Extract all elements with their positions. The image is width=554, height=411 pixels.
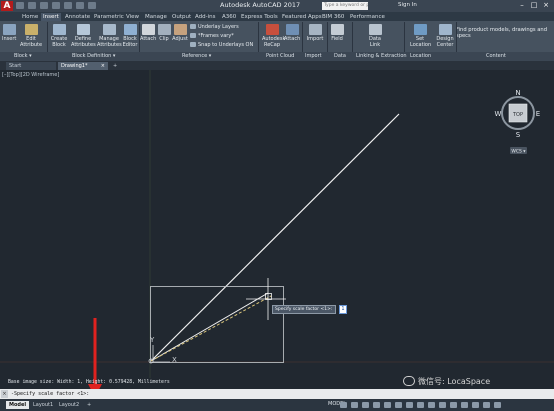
image-frame-preview[interactable] (150, 286, 284, 363)
diagonal-line[interactable] (150, 113, 400, 362)
compass-north-label[interactable]: N (515, 89, 520, 97)
selection-cycling-icon[interactable] (428, 402, 435, 408)
ucs-y-label: Y (149, 336, 155, 344)
customization-menu-icon[interactable] (494, 402, 501, 408)
close-command-line-icon[interactable]: × (1, 390, 8, 398)
viewcube-face-label: TOP (512, 112, 523, 118)
tab-layout1[interactable]: Layout1 (30, 401, 56, 409)
polar-icon[interactable] (373, 402, 380, 408)
status-toggles (340, 402, 501, 408)
compass-south-label[interactable]: S (516, 131, 521, 139)
ortho-icon[interactable] (362, 402, 369, 408)
clean-screen-icon[interactable] (483, 402, 490, 408)
hardware-acceleration-icon[interactable] (472, 402, 479, 408)
annotation-scale-icon[interactable] (439, 402, 446, 408)
command-history: Base image size: Width: 1, Height: 0.579… (8, 380, 170, 385)
scale-factor-input[interactable]: 1 (339, 305, 347, 314)
wechat-logo-icon (403, 376, 415, 386)
transparency-icon[interactable] (417, 402, 424, 408)
lineweight-icon[interactable] (406, 402, 413, 408)
grid-icon[interactable] (340, 402, 347, 408)
watermark-text: 微信号: LocaSpace (418, 377, 491, 386)
isolate-objects-icon[interactable] (461, 402, 468, 408)
status-bar: Model Layout1 Layout2 + MODEL (0, 399, 554, 411)
add-layout-button[interactable]: + (84, 401, 94, 409)
command-line[interactable]: × -Specify scale factor <1>: (0, 389, 554, 399)
command-prompt[interactable]: -Specify scale factor <1>: (11, 390, 89, 398)
osnap-icon[interactable] (384, 402, 391, 408)
otrack-icon[interactable] (395, 402, 402, 408)
compass-west-label[interactable]: W (495, 110, 502, 118)
tab-model[interactable]: Model (6, 401, 30, 409)
workspace-gear-icon[interactable] (450, 402, 457, 408)
viewcube[interactable]: TOP N S E W WCS ▾ (495, 89, 541, 155)
ucs-x-label: X (172, 356, 177, 364)
rubber-band-line (150, 295, 272, 362)
drawing-graphics: Y X TOP N S E W WCS ▾ (0, 70, 554, 397)
snap-mode-icon[interactable] (351, 402, 358, 408)
compass-east-label[interactable]: E (536, 110, 540, 118)
dynamic-input-tooltip: Specify scale factor <1>: (272, 305, 336, 314)
tab-layout2[interactable]: Layout2 (56, 401, 82, 409)
wcs-label: WCS ▾ (511, 149, 526, 155)
